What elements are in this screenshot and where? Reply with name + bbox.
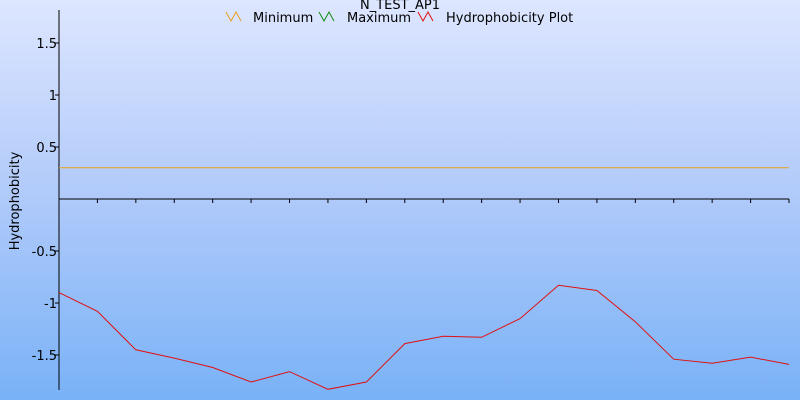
- y-tick-label: -0.5: [32, 245, 57, 260]
- y-tick-label: 1.5: [36, 37, 57, 52]
- chart-legend: Minimum Maximum Hydrophobicity Plot: [225, 10, 573, 26]
- legend-swatch-icon: [417, 10, 434, 23]
- legend-label: Hydrophobicity Plot: [446, 11, 573, 26]
- series-line-hydrophobicity-plot: [58, 284, 790, 390]
- y-tick-label: 0.5: [36, 141, 57, 156]
- hydrophobicity-chart: N_TEST_AP1 Hydrophobicity Minimum Maximum…: [8, 0, 790, 390]
- y-axis-label: Hydrophobicity: [8, 151, 23, 250]
- y-tick-label: -1: [44, 297, 57, 312]
- y-tick-label: 1: [49, 89, 57, 104]
- y-tick-label: -1.5: [32, 349, 57, 364]
- plot-area: [58, 167, 790, 390]
- chart-axes: 1.5 1 0.5 -0.5 -1 -1.5: [32, 10, 790, 390]
- legend-swatch-icon: [225, 10, 242, 23]
- legend-swatch-icon: [318, 10, 335, 23]
- legend-label: Minimum: [253, 11, 313, 26]
- legend-label: Maximum: [347, 11, 411, 26]
